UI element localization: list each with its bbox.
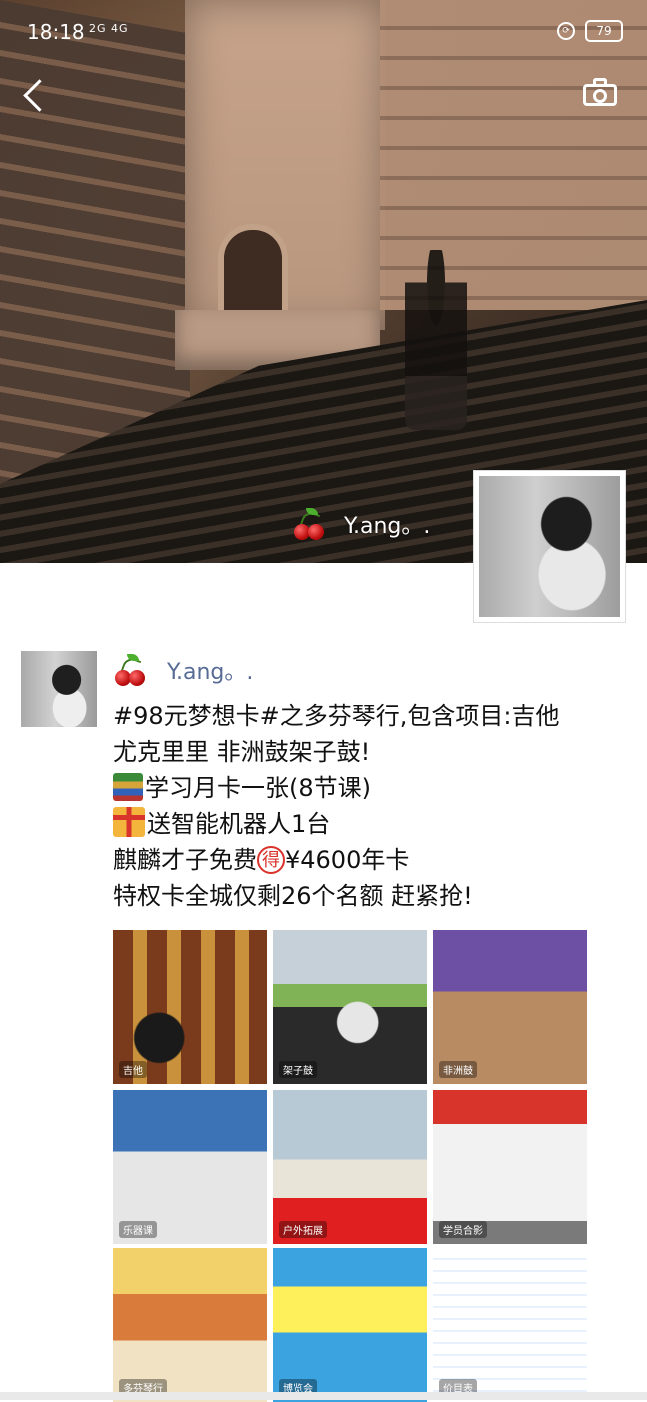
- photo-7[interactable]: 多芬琴行: [113, 1248, 267, 1402]
- signal-icon: 2G 4G: [89, 22, 129, 35]
- photo-3-label: 非洲鼓: [439, 1061, 477, 1078]
- post-line-3-text: 学习月卡一张(8节课): [145, 774, 371, 802]
- profile-avatar-image: [479, 476, 620, 617]
- photo-5-label: 户外拓展: [279, 1221, 327, 1238]
- photo-1-label: 吉他: [119, 1061, 147, 1078]
- post-text: #98元梦想卡#之多芬琴行,包含项目:吉他 尤克里里 非洲鼓架子鼓! 学习月卡一…: [113, 698, 623, 914]
- bottom-scroll-edge: [0, 1392, 647, 1400]
- post-line-6: 特权卡全城仅剩26个名额 赶紧抢!: [113, 882, 473, 910]
- post-avatar[interactable]: [21, 651, 97, 727]
- photo-2-label: 架子鼓: [279, 1061, 317, 1078]
- photo-8[interactable]: 博览会: [273, 1248, 427, 1402]
- cover-profile-name: Y.ang。.: [292, 508, 430, 540]
- photo-9[interactable]: 价目表: [433, 1248, 587, 1402]
- post-line-5-a: 麒麟才子免费: [113, 846, 257, 874]
- cherry-icon: [113, 654, 147, 686]
- back-icon[interactable]: [18, 78, 48, 112]
- camera-icon[interactable]: [583, 78, 617, 106]
- post-line-1: #98元梦想卡#之多芬琴行,包含项目:吉他: [113, 702, 560, 730]
- circled-de-icon: 得: [257, 846, 285, 874]
- rotation-lock-icon: ⟳: [557, 22, 575, 40]
- post-line-5: 麒麟才子免费得 ¥4600年卡: [113, 842, 623, 878]
- photo-grid: 吉他 架子鼓 非洲鼓 乐器课 户外拓展 学员合影 多芬琴行 博览会 价目表: [113, 930, 587, 1402]
- status-bar: 18:18 2G 4G ⟳ 79: [0, 0, 647, 64]
- photo-4-label: 乐器课: [119, 1221, 157, 1238]
- post-line-2: 尤克里里 非洲鼓架子鼓!: [113, 738, 371, 766]
- photo-5[interactable]: 户外拓展: [273, 1090, 427, 1244]
- camera-lens: [593, 89, 607, 103]
- status-time: 18:18: [27, 20, 85, 44]
- post-line-3: 学习月卡一张(8节课): [113, 770, 623, 806]
- battery-icon: 79: [585, 20, 623, 42]
- cherry-icon: [292, 508, 326, 540]
- photo-6[interactable]: 学员合影: [433, 1090, 587, 1244]
- cover-figure: [405, 250, 467, 430]
- photo-4[interactable]: 乐器课: [113, 1090, 267, 1244]
- gift-icon: [113, 807, 145, 837]
- post-line-5-b: ¥4600年卡: [285, 846, 410, 874]
- post-line-4-text: 送智能机器人1台: [147, 810, 331, 838]
- cover-name-text: Y.ang。.: [344, 514, 431, 539]
- post-author-name[interactable]: Y.ang。.: [167, 654, 253, 686]
- photo-3[interactable]: 非洲鼓: [433, 930, 587, 1084]
- nav-bar: [0, 70, 647, 120]
- profile-avatar[interactable]: [474, 471, 625, 622]
- post-author[interactable]: Y.ang。.: [113, 654, 253, 686]
- photo-1[interactable]: 吉他: [113, 930, 267, 1084]
- photo-2[interactable]: 架子鼓: [273, 930, 427, 1084]
- status-right: ⟳ 79: [557, 20, 623, 42]
- photo-6-label: 学员合影: [439, 1221, 487, 1238]
- post-line-4: 送智能机器人1台: [113, 806, 623, 842]
- books-icon: [113, 773, 143, 801]
